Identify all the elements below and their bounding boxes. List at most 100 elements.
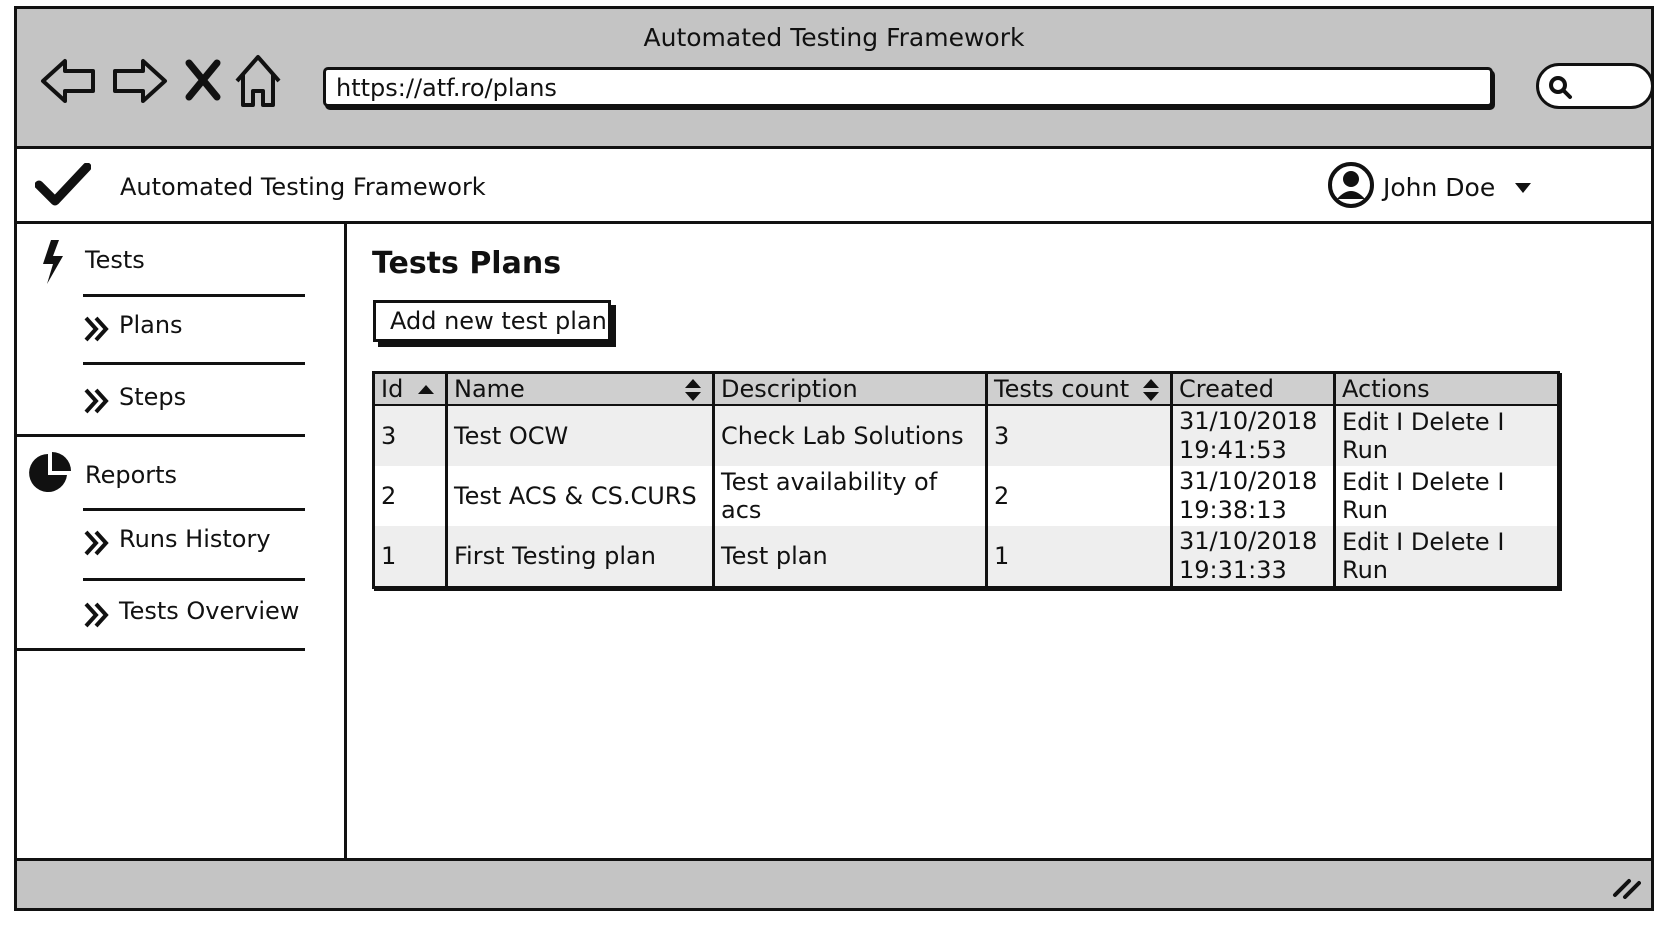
pie-chart-icon: [29, 452, 71, 492]
column-header-tests-count[interactable]: Tests count: [985, 372, 1172, 406]
table-row: 3 Test OCW Check Lab Solutions 3 31/10/2…: [373, 405, 1559, 466]
action-separator: I: [1497, 468, 1505, 496]
run-link[interactable]: Run: [1342, 436, 1388, 464]
cell-count: 1: [985, 526, 1172, 588]
sidebar-item-label: Tests Overview: [119, 597, 300, 625]
sidebar: Tests Plans Steps Reports Runs History T…: [17, 224, 347, 864]
cell-actions: Edit I Delete I Run: [1333, 526, 1559, 588]
sidebar-item-tests[interactable]: Tests: [85, 246, 145, 274]
sidebar-item-label: Plans: [119, 311, 183, 339]
created-date: 31/10/2018: [1179, 407, 1318, 435]
created-time: 19:31:33: [1179, 556, 1287, 584]
column-header-label: Id: [381, 375, 404, 403]
cell-created: 31/10/2018 19:41:53: [1170, 405, 1335, 466]
sidebar-item-plans[interactable]: Plans: [83, 308, 303, 348]
created-time: 19:41:53: [1179, 436, 1287, 464]
cell-name: First Testing plan: [445, 526, 714, 588]
main-content: Tests Plans Add new test plan Id Name De…: [347, 224, 1651, 864]
sidebar-item-reports[interactable]: Reports: [85, 461, 177, 489]
close-icon[interactable]: [181, 53, 225, 113]
table-header-row: Id Name Description Tests count Created …: [373, 372, 1559, 406]
sidebar-item-runs-history[interactable]: Runs History: [83, 522, 303, 562]
double-chevron-right-icon: [84, 316, 109, 342]
cell-id: 1: [373, 526, 447, 588]
user-name: John Doe: [1383, 173, 1496, 202]
action-separator: I: [1497, 528, 1505, 556]
cell-id: 3: [373, 405, 447, 466]
window-title: Automated Testing Framework: [643, 23, 1025, 52]
sort-icon: [1143, 379, 1159, 401]
column-header-name[interactable]: Name: [445, 372, 714, 406]
delete-link[interactable]: Delete: [1411, 528, 1490, 556]
test-plans-table: Id Name Description Tests count Created …: [372, 371, 1560, 589]
run-link[interactable]: Run: [1342, 556, 1388, 584]
cell-description: Check Lab Solutions: [712, 405, 987, 466]
delete-link[interactable]: Delete: [1411, 468, 1490, 496]
divider: [17, 434, 305, 437]
browser-search-field[interactable]: [1536, 63, 1654, 109]
checkmark-icon: [35, 163, 91, 206]
forward-arrow-icon[interactable]: [109, 53, 169, 113]
cell-description: Test plan: [712, 526, 987, 588]
cell-actions: Edit I Delete I Run: [1333, 466, 1559, 526]
browser-window: Automated Testing Framework https://atf.…: [14, 6, 1654, 911]
search-icon: [1549, 76, 1572, 99]
page-title: Tests Plans: [372, 246, 562, 281]
delete-link[interactable]: Delete: [1411, 408, 1490, 436]
cell-created: 31/10/2018 19:38:13: [1170, 466, 1335, 526]
created-time: 19:38:13: [1179, 496, 1287, 524]
cell-id: 2: [373, 466, 447, 526]
table-row: 1 First Testing plan Test plan 1 31/10/2…: [373, 526, 1559, 588]
app-title: Automated Testing Framework: [120, 173, 486, 201]
divider: [83, 362, 305, 365]
sidebar-item-tests-overview[interactable]: Tests Overview: [83, 594, 313, 634]
edit-link[interactable]: Edit: [1342, 468, 1388, 496]
url-bar[interactable]: https://atf.ro/plans: [323, 67, 1493, 107]
browser-chrome: Automated Testing Framework https://atf.…: [17, 9, 1654, 149]
cell-count: 2: [985, 466, 1172, 526]
sidebar-item-label: Steps: [119, 383, 187, 411]
cell-created: 31/10/2018 19:31:33: [1170, 526, 1335, 588]
divider: [83, 508, 305, 511]
double-chevron-right-icon: [84, 602, 109, 628]
sidebar-item-label: Runs History: [119, 525, 271, 553]
action-separator: I: [1497, 408, 1505, 436]
add-test-plan-button[interactable]: Add new test plan: [373, 300, 611, 342]
home-icon[interactable]: [233, 53, 283, 113]
column-header-id[interactable]: Id: [373, 372, 447, 406]
column-header-actions: Actions: [1333, 372, 1559, 406]
lightning-icon: [43, 240, 63, 284]
status-bar: [17, 858, 1651, 908]
back-arrow-icon[interactable]: [39, 53, 99, 113]
user-menu[interactable]: John Doe: [1327, 161, 1547, 213]
created-date: 31/10/2018: [1179, 467, 1318, 495]
column-header-label: Tests count: [994, 375, 1130, 403]
column-header-created: Created: [1170, 372, 1335, 406]
column-header-label: Name: [454, 375, 525, 403]
cell-actions: Edit I Delete I Run: [1333, 405, 1559, 466]
cell-count: 3: [985, 405, 1172, 466]
action-separator: I: [1396, 468, 1411, 496]
table-row: 2 Test ACS & CS.CURS Test availability o…: [373, 466, 1559, 526]
sort-ascending-icon: [418, 385, 434, 394]
cell-description: Test availability of acs: [712, 466, 987, 526]
cell-name: Test ACS & CS.CURS: [445, 466, 714, 526]
sidebar-item-steps[interactable]: Steps: [83, 380, 303, 420]
divider: [83, 294, 305, 297]
caret-down-icon: [1515, 183, 1531, 193]
divider: [17, 648, 305, 651]
action-separator: I: [1396, 528, 1411, 556]
double-chevron-right-icon: [84, 388, 109, 414]
edit-link[interactable]: Edit: [1342, 528, 1388, 556]
created-date: 31/10/2018: [1179, 527, 1318, 555]
column-header-description: Description: [712, 372, 987, 406]
resize-grip-icon[interactable]: [1611, 875, 1641, 899]
edit-link[interactable]: Edit: [1342, 408, 1388, 436]
cell-name: Test OCW: [445, 405, 714, 466]
sort-icon: [685, 379, 701, 401]
action-separator: I: [1396, 408, 1411, 436]
divider: [83, 578, 305, 581]
run-link[interactable]: Run: [1342, 496, 1388, 524]
user-avatar-icon: [1328, 162, 1374, 208]
double-chevron-right-icon: [84, 530, 109, 556]
